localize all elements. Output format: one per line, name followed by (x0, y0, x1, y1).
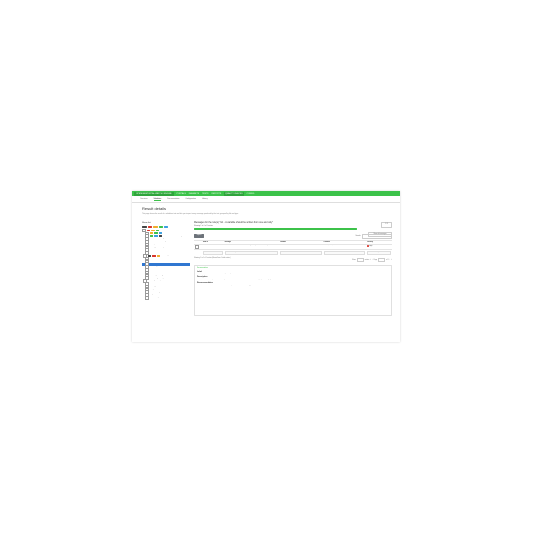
tree-item[interactable]: 24 Summary (142, 295, 190, 300)
table-toolbar: Export Search: (194, 233, 392, 239)
brand-logo[interactable]: OPENDATAPORTAL-WATCH / ENGINE (134, 191, 174, 196)
table-pager: Showing 1 to 1 of 1 entries (filtered fr… (194, 257, 392, 263)
tab-validation[interactable]: Validation (153, 198, 162, 201)
filter-input[interactable]: Search Variable (280, 250, 322, 256)
page-size-select[interactable] (356, 257, 364, 263)
tree-item-label: 11 Inconsistent totals (149, 260, 165, 262)
legend-badge[interactable] (148, 226, 152, 229)
next-page-icon[interactable]: › (390, 260, 391, 261)
tree-item-label: 12 Selected check result (149, 263, 167, 265)
tree-item-label: 19 Header mismatch (149, 283, 165, 285)
legend-badge[interactable] (159, 226, 163, 229)
messages-title: Messages for the rule(s) "G1 - A variabl… (194, 222, 274, 224)
legend-badges (142, 226, 190, 229)
doc-section-title: Recommendation (197, 282, 213, 285)
export-button[interactable]: Export (194, 234, 204, 239)
nav-item-tests[interactable]: TESTS (202, 192, 208, 196)
progress-bar: 100% (194, 228, 357, 231)
tree-item-label: 05 Duplicated identifiers (149, 244, 167, 246)
tree-status-badge (156, 254, 160, 257)
messages-meta: Showing 1 to 1 of 1 entries (194, 226, 213, 227)
tree-item-label: 23 Quoted values (149, 294, 163, 296)
tree-checkbox[interactable] (145, 295, 149, 300)
messages-panel: Messages for the rule(s) "G1 - A variabl… (194, 222, 392, 317)
row-checkbox[interactable] (195, 245, 199, 249)
nav-item-datasets[interactable]: DATASETS (189, 192, 199, 196)
results-tree: 00 Validation 01 Dataset structure 02 File… (142, 228, 190, 300)
tree-item-label: 10 Unknown codes (149, 258, 164, 260)
severity-label: High (369, 246, 373, 248)
tree-item-label: 04 Values outside range (149, 241, 167, 243)
tree-item-label: 07 Dates not ISO formatted (149, 249, 169, 251)
doc-section-title: Label (197, 270, 202, 273)
first-page-icon[interactable]: « (370, 260, 371, 261)
tree-item-label: 02 File A - columns missing (162, 235, 182, 237)
rule-stepper[interactable]: 1 / 3 (381, 222, 392, 228)
prev-page-icon[interactable]: ‹ (372, 260, 373, 261)
tree-status-badge (153, 232, 158, 235)
tree-item-label: 24 Summary (149, 297, 159, 299)
doc-section-text: The variable should be spelled the same … (197, 279, 272, 281)
tab-history[interactable]: History (202, 198, 208, 200)
legend-badge[interactable] (153, 226, 158, 229)
search-label: Search: (355, 235, 362, 237)
show-all-button[interactable]: Show all messages (368, 232, 392, 237)
tab-overview[interactable]: Overview (140, 198, 148, 200)
tree-item-label: 18 Trailing whitespace (147, 280, 164, 282)
tree-item-label: 08 Other (149, 252, 156, 254)
nav-item-quality-checks[interactable]: QUALITY CHECKS (224, 191, 244, 196)
filter-input[interactable]: Search Severity (367, 250, 391, 256)
tree-item-label: 06 Empty mandatory fields (149, 246, 169, 248)
filter-input[interactable]: Search Row ID (202, 250, 223, 256)
legend-badge[interactable] (164, 226, 168, 229)
doc-section-text: A variable should be written from one an… (197, 273, 232, 275)
tree-item-label: 21 Byte order mark (149, 288, 164, 290)
tree-item-label: 01 Dataset structure (162, 232, 177, 234)
nav-item-portals[interactable]: PORTALS (177, 192, 186, 196)
pager-controls: Show entries « ‹ Page of 1 › » (352, 257, 392, 263)
tree-item-label: 03 File B - encoding error (149, 238, 168, 240)
documentation-tab[interactable]: Documentation (197, 268, 389, 269)
tree-item-label: 13 Missing licence (149, 266, 163, 268)
results-tree-panel: Show list 00 Validation 01 Dataset struct… (142, 222, 190, 300)
tree-item-label: 20 Empty rows (149, 286, 161, 288)
tree-item-label: 15 URL not reachable (149, 272, 166, 274)
pager-entries-label: entries (364, 259, 370, 261)
doc-section-title: Description (197, 276, 208, 279)
nav-item-config[interactable]: CONFIG (247, 192, 255, 196)
doc-section-text: Harmonise the variable names across the … (197, 285, 252, 287)
filter-row: Search Row ID Search Message Search Vari… (194, 249, 392, 256)
page-description: This page shows the result of a validati… (142, 213, 239, 215)
tree-status-badge (158, 232, 162, 235)
filter-input[interactable]: Search Location (323, 250, 366, 256)
sub-navigation-tabs: Overview Validation Documentation Config… (132, 196, 400, 203)
tree-item-label: 00 Validation (159, 230, 169, 232)
nav-item-reports[interactable]: REPORTS (212, 192, 222, 196)
tree-status-badge (149, 232, 153, 235)
tab-documentation[interactable]: Documentation (167, 198, 179, 200)
tree-item-label: 14 Schema not found (149, 269, 165, 271)
pager-show-label: Show (352, 259, 356, 261)
tree-item-label: 09 Messages (160, 255, 171, 257)
page-title: Result details (142, 206, 167, 211)
app-window: OPENDATAPORTAL-WATCH / ENGINE PORTALS DA… (132, 191, 400, 342)
filter-input[interactable]: Search Message (224, 250, 279, 256)
tree-item-label: 16 Wrong MIME type (149, 274, 165, 276)
tab-configuration[interactable]: Configuration (185, 198, 196, 200)
tree-status-badge (151, 254, 156, 257)
tree-item-label: 17 Invalid geometry (149, 277, 164, 279)
page-number-input[interactable] (378, 257, 386, 263)
pager-of-label: of 1 (386, 259, 389, 261)
rule-documentation-panel: Documentation Label A variable should be… (194, 265, 392, 317)
messages-table: Row ID Message Variable Location Severit… (194, 240, 392, 256)
progress-fill: 100% (194, 228, 357, 231)
tree-item-label: 22 Line endings (149, 291, 161, 293)
filter-cell (194, 249, 202, 256)
tree-panel-title: Show list (142, 222, 151, 224)
last-page-icon[interactable]: » (391, 260, 392, 261)
pager-page-label: Page (373, 259, 378, 261)
pager-info: Showing 1 to 1 of 1 entries (filtered fr… (194, 257, 231, 259)
